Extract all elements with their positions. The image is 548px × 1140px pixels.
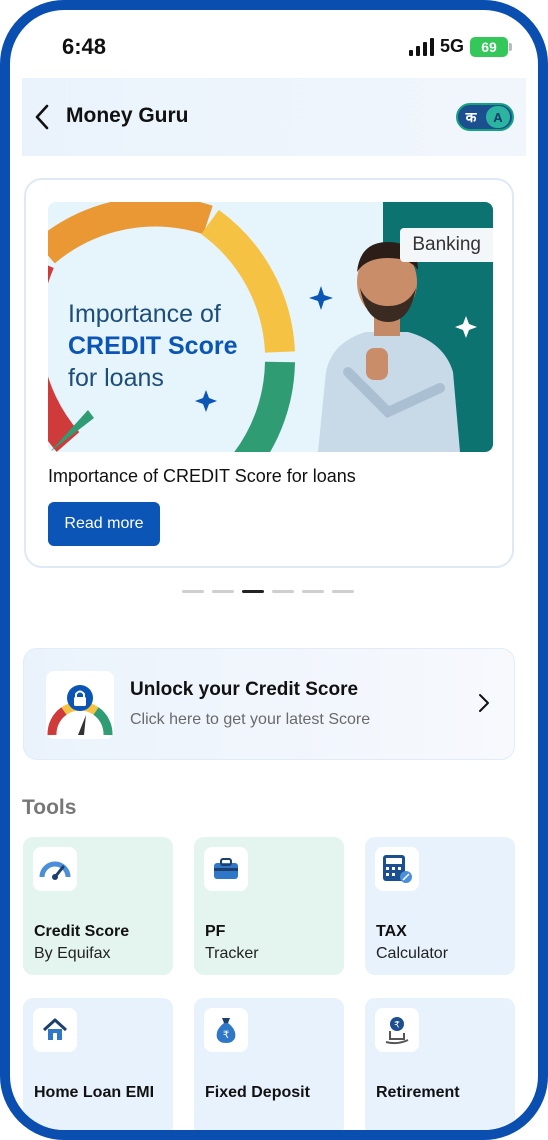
- tool-credit-score[interactable]: Credit Score By Equifax: [23, 837, 173, 975]
- network-label: 5G: [439, 36, 464, 56]
- banner-line-3: for loans: [68, 364, 164, 392]
- tool-name: Fixed Deposit: [205, 1084, 310, 1101]
- banner-headline: Importance of CREDIT Score for loans: [68, 298, 237, 394]
- language-toggle[interactable]: क A: [456, 103, 514, 131]
- article-banner[interactable]: Importance of CREDIT Score for loans Ban…: [48, 202, 493, 452]
- carousel-dot[interactable]: [332, 590, 354, 593]
- app-header: Money Guru क A: [22, 78, 526, 156]
- money-bag-icon: ₹: [204, 1008, 248, 1052]
- credit-card-title: Unlock your Credit Score: [130, 679, 359, 700]
- tool-fixed-deposit[interactable]: ₹ Fixed Deposit: [194, 998, 344, 1130]
- status-indicators: 5G 69: [408, 36, 512, 57]
- lang-english-option[interactable]: A: [486, 106, 510, 128]
- speedometer-icon: [33, 847, 77, 891]
- tool-name: Retirement: [376, 1084, 460, 1101]
- article-title: Importance of CREDIT Score for loans: [48, 466, 356, 486]
- battery-icon: 69: [470, 36, 512, 57]
- chevron-left-icon: [35, 104, 49, 130]
- carousel-dot[interactable]: [272, 590, 294, 593]
- tool-subtitle: Calculator: [376, 945, 449, 962]
- banner-line-1: Importance of: [68, 300, 221, 328]
- page-title: Money Guru: [66, 104, 189, 127]
- signal-icon: [408, 37, 434, 56]
- svg-text:₹: ₹: [394, 1021, 400, 1031]
- tool-name: TAX: [376, 923, 407, 940]
- tool-name: Credit Score: [34, 923, 130, 940]
- carousel-dot[interactable]: [302, 590, 324, 593]
- calculator-icon: [375, 847, 419, 891]
- lang-hindi-option[interactable]: क: [458, 108, 484, 127]
- credit-card-subtitle: Click here to get your latest Score: [130, 711, 371, 728]
- tool-home-loan-emi[interactable]: Home Loan EMI: [23, 998, 173, 1130]
- chevron-right-icon: [479, 694, 489, 712]
- tool-subtitle: By Equifax: [34, 945, 111, 962]
- carousel-dot[interactable]: [212, 590, 234, 593]
- carousel-dot-active[interactable]: [242, 590, 264, 593]
- tool-name: PF: [205, 923, 226, 940]
- svg-text:₹: ₹: [223, 1030, 229, 1041]
- back-button[interactable]: [28, 100, 56, 134]
- unlock-credit-score-card[interactable]: Unlock your Credit Score Click here to g…: [23, 648, 515, 760]
- screen: 6:48 5G 69 Money Guru क A Importance of …: [10, 10, 538, 1130]
- carousel-indicator: [182, 590, 354, 593]
- banner-line-2: CREDIT Score: [68, 332, 238, 360]
- status-bar: 6:48 5G 69: [10, 10, 538, 80]
- rocking-chair-icon: ₹: [375, 1008, 419, 1052]
- tool-tax-calculator[interactable]: TAX Calculator: [365, 837, 515, 975]
- category-tag: Banking: [400, 228, 493, 262]
- status-time: 6:48: [62, 34, 107, 59]
- briefcase-icon: [204, 847, 248, 891]
- person-illustration: [318, 242, 460, 452]
- credit-gauge-lock-icon: [46, 671, 114, 739]
- article-card: Importance of CREDIT Score for loans Ban…: [24, 178, 514, 568]
- phone-frame: 6:48 5G 69 Money Guru क A Importance of …: [0, 0, 548, 1140]
- battery-level: 69: [481, 38, 497, 55]
- read-more-button[interactable]: Read more: [48, 502, 160, 546]
- carousel-dot[interactable]: [182, 590, 204, 593]
- home-icon: [33, 1008, 77, 1052]
- tool-pf-tracker[interactable]: PF Tracker: [194, 837, 344, 975]
- tools-heading: Tools: [22, 796, 77, 819]
- tool-retirement[interactable]: ₹ Retirement: [365, 998, 515, 1130]
- tool-subtitle: Tracker: [205, 945, 259, 962]
- tool-name: Home Loan EMI: [34, 1084, 155, 1101]
